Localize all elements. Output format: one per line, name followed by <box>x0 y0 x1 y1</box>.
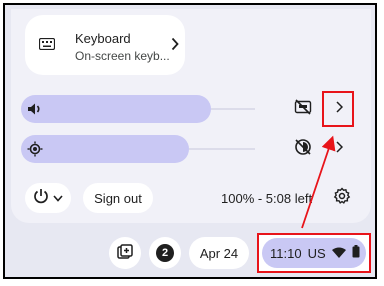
gear-icon <box>333 186 351 210</box>
battery-icon <box>352 245 360 261</box>
wifi-icon <box>331 246 346 261</box>
chevron-right-icon <box>171 37 179 56</box>
power-icon <box>33 188 49 209</box>
sign-out-button[interactable]: Sign out <box>83 183 153 213</box>
date-button[interactable]: Apr 24 <box>189 237 249 269</box>
mic-toggle-button[interactable] <box>289 95 317 123</box>
volume-slider-track[interactable] <box>211 108 255 110</box>
mic-off-icon <box>294 98 312 120</box>
volume-icon <box>27 102 43 121</box>
quick-settings-panel: Keyboard On-screen keyb... Sign out 100%… <box>11 9 371 223</box>
volume-slider-fill[interactable] <box>21 95 211 123</box>
notification-counter-button[interactable]: 2 <box>149 237 181 269</box>
keyboard-icon <box>38 37 56 55</box>
clock-time: 11:10 <box>270 245 302 261</box>
keyboard-tile-subtitle: On-screen keyb... <box>75 49 170 63</box>
screen-capture-button[interactable] <box>109 237 141 269</box>
battery-status: 100% - 5:08 left <box>221 191 313 206</box>
keyboard-tile-title: Keyboard <box>75 31 131 46</box>
night-light-button[interactable] <box>289 135 317 163</box>
display-settings-button[interactable] <box>331 139 347 159</box>
chevron-right-icon <box>335 140 343 158</box>
brightness-icon <box>27 141 43 162</box>
status-area-highlight: 11:10 US <box>257 233 371 273</box>
status-area-button[interactable]: 11:10 US <box>262 238 366 268</box>
brightness-slider-fill[interactable] <box>21 135 189 163</box>
screenshot-frame: Keyboard On-screen keyb... Sign out 100%… <box>3 3 377 279</box>
keyboard-tile[interactable]: Keyboard On-screen keyb... <box>25 15 185 75</box>
settings-button[interactable] <box>327 183 357 213</box>
night-light-off-icon <box>294 138 312 161</box>
screen-capture-icon <box>117 243 133 263</box>
chevron-down-icon <box>53 189 63 207</box>
power-menu-button[interactable] <box>25 183 71 213</box>
brightness-slider-track[interactable] <box>189 148 255 150</box>
ime-indicator: US <box>307 245 326 261</box>
notification-count-badge: 2 <box>156 244 174 262</box>
highlight-box <box>322 91 354 127</box>
